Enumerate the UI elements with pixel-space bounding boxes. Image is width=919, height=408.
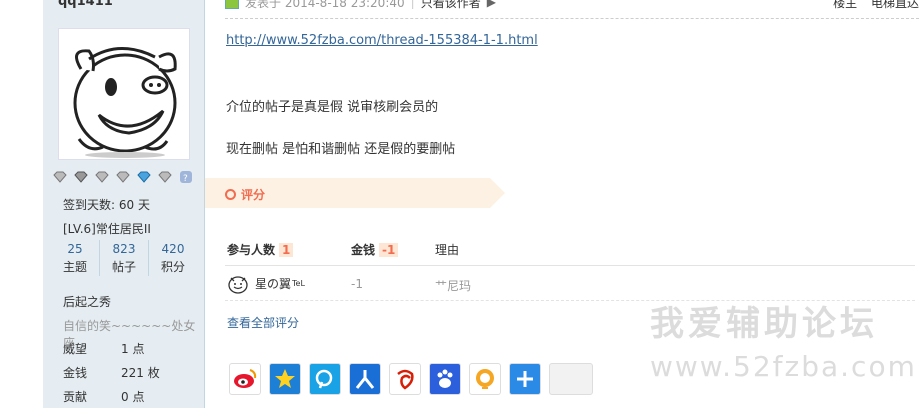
rating-title-text: 评分 xyxy=(241,188,266,202)
watermark-title: 我爱辅助论坛 xyxy=(650,304,878,344)
question-medal-icon[interactable]: ? xyxy=(177,170,194,184)
floor-label: 楼主 xyxy=(833,0,858,10)
diamond-medal-icon[interactable] xyxy=(51,170,68,184)
more-share-icon[interactable] xyxy=(509,363,541,395)
only-author-link[interactable]: 只看该作者 xyxy=(421,0,481,11)
stat-posts-label: 帖子 xyxy=(111,260,136,274)
col-reason: 理由 xyxy=(435,243,460,257)
svg-text:?: ? xyxy=(183,174,188,184)
user-stats: 25 主题 823 帖子 420 积分 xyxy=(51,240,197,276)
stat-credits-label: 积分 xyxy=(160,260,185,274)
prop-key: 贡献 xyxy=(63,390,88,404)
weibo-share-icon[interactable] xyxy=(229,363,261,395)
prop-contribution: 贡献 0 点 xyxy=(63,388,144,405)
user-level[interactable]: [LV.6]常住居民II xyxy=(63,220,151,237)
post-header: 发表于 2014-8-18 23:20:40 | 只看该作者 ▶ xyxy=(225,0,496,10)
rater-avatar-icon[interactable] xyxy=(227,272,249,294)
blue-diamond-medal-icon[interactable] xyxy=(135,170,152,184)
rating-circle-icon xyxy=(225,189,236,200)
rater-name-suffix: TeL xyxy=(292,278,305,288)
elevator-link[interactable]: 电梯直达 xyxy=(871,0,919,10)
share-counter[interactable] xyxy=(549,363,593,395)
rating-separator xyxy=(225,265,915,266)
prop-prestige: 威望 1 点 xyxy=(63,340,144,357)
stat-topics-num[interactable]: 25 xyxy=(51,240,99,258)
prop-key: 金钱 xyxy=(63,366,88,380)
prop-value: 1 点 xyxy=(121,342,145,356)
stat-posts[interactable]: 823 帖子 xyxy=(99,240,148,276)
avatar[interactable] xyxy=(58,28,190,160)
tencent-weibo-share-icon[interactable] xyxy=(309,363,341,395)
col-money-label: 金钱 xyxy=(351,243,376,257)
rater-reason: 艹尼玛 xyxy=(435,279,472,293)
diamond-medal-icon[interactable] xyxy=(93,170,110,184)
col-money: 金钱 -1 xyxy=(351,241,399,258)
col-people-label: 参与人数 xyxy=(227,243,276,257)
thread-link[interactable]: http://www.52fzba.com/thread-155384-1-1.… xyxy=(226,33,538,48)
renren-share-icon[interactable] xyxy=(349,363,381,395)
play-arrow-icon[interactable]: ▶ xyxy=(487,0,496,9)
stat-posts-num[interactable]: 823 xyxy=(100,240,148,258)
divider: | xyxy=(410,0,415,9)
prop-value: 221 枚 xyxy=(121,366,160,380)
post-time: 发表于 2014-8-18 23:20:40 xyxy=(245,0,405,10)
qq-share-icon[interactable] xyxy=(469,363,501,395)
stat-credits-num[interactable]: 420 xyxy=(149,240,197,258)
stat-topics-label: 主题 xyxy=(62,260,87,274)
signin-days: 签到天数: 60 天 xyxy=(63,198,150,212)
author-username[interactable]: qq1411 xyxy=(58,0,113,9)
netease-share-icon[interactable] xyxy=(389,363,421,395)
diamond-medal-icon[interactable] xyxy=(114,170,131,184)
stat-topics[interactable]: 25 主题 xyxy=(51,240,99,276)
header-divider xyxy=(225,18,919,19)
diamond-medal-icon[interactable] xyxy=(156,170,173,184)
rater-money: -1 xyxy=(351,277,363,291)
prop-money: 金钱 221 枚 xyxy=(63,364,160,381)
medal-row: ? xyxy=(51,170,194,184)
author-sidebar: qq1411 ? 签到天数: 60 天 [LV.6]常住居民II 25 主题 8… xyxy=(43,0,205,408)
user-title: 后起之秀 xyxy=(63,295,112,309)
prop-value: 0 点 xyxy=(121,390,145,404)
baidu-share-icon[interactable] xyxy=(429,363,461,395)
qzone-share-icon[interactable] xyxy=(269,363,301,395)
post-header-right: 楼主 电梯直达 xyxy=(833,0,919,11)
col-people: 参与人数 1 xyxy=(227,241,294,258)
money-total-badge: -1 xyxy=(379,243,399,257)
post-paragraph-2: 现在删帖 是怕和谐删帖 还是假的要删帖 xyxy=(226,142,456,157)
share-bar xyxy=(229,363,593,395)
watermark-url: www.52fzba.com xyxy=(650,350,917,383)
rating-title: 评分 xyxy=(225,186,265,203)
post-paragraph-1: 介位的帖子是真是假 说审核刷会员的 xyxy=(226,100,439,115)
diamond-medal-icon[interactable] xyxy=(72,170,89,184)
view-all-ratings-link[interactable]: 查看全部评分 xyxy=(227,314,299,331)
stat-credits[interactable]: 420 积分 xyxy=(148,240,197,276)
pig-avatar-image xyxy=(73,47,177,158)
rater-name[interactable]: 星の翼 xyxy=(255,275,291,292)
prop-key: 威望 xyxy=(63,342,88,356)
rater-user[interactable]: 星の翼 TeL xyxy=(227,272,305,294)
people-count-badge: 1 xyxy=(279,243,294,257)
online-status-icon xyxy=(225,0,239,9)
